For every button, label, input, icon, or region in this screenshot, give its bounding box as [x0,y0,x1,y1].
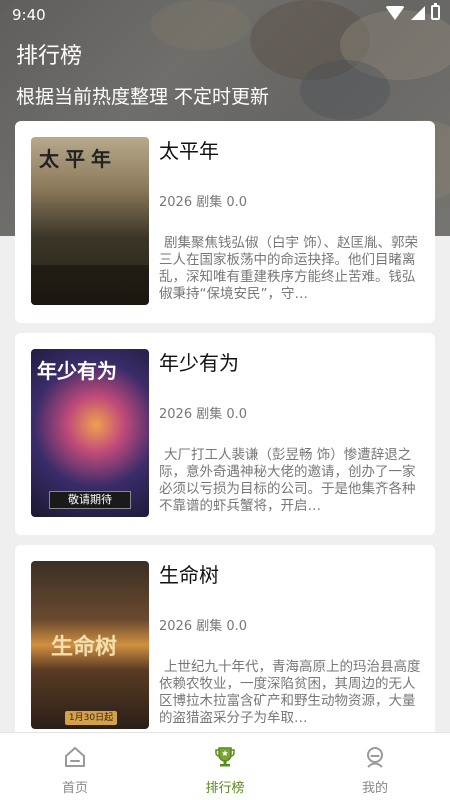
poster-image: 生命树 1月30日起 [31,561,149,729]
battery-icon [431,3,440,20]
tab-ranking-label: 排行榜 [205,781,245,796]
profile-icon [367,747,383,768]
ranking-item[interactable]: 太平年 太平年 2026 剧集 0.0 剧集聚焦钱弘俶（白宇 饰）、赵匡胤、郭荣… [15,121,435,323]
item-title: 太平年 [159,139,219,163]
poster-title-text: 太平年 [39,147,117,171]
signal-icon [411,5,425,20]
item-meta: 2026 剧集 0.0 [159,195,248,210]
tab-home-label: 首页 [61,781,88,796]
item-meta: 2026 剧集 0.0 [159,407,248,422]
wifi-icon [385,5,405,20]
item-meta: 2026 剧集 0.0 [159,619,248,634]
tab-profile-label: 我的 [361,781,388,796]
page-title: 排行榜 [16,44,83,69]
tab-ranking[interactable]: 排行榜 [150,733,300,800]
poster-title-text: 生命树 [51,634,118,660]
poster-badge: 1月30日起 [65,711,117,725]
item-title: 生命树 [159,563,219,587]
tab-home[interactable]: 首页 [0,733,150,800]
item-description: 剧集聚焦钱弘俶（白宇 饰）、赵匡胤、郭荣三人在国家板荡中的命运抉择。他们目睹离乱… [159,235,419,301]
bottom-tab-bar: 首页 排行榜 我的 [0,732,450,800]
item-description: 上世纪九十年代，青海高原上的玛治县高度依赖农牧业，一度深陷贫困，其周边的无人区博… [159,659,421,725]
home-icon [65,747,85,767]
tab-profile[interactable]: 我的 [300,733,450,800]
poster-image: 年少有为 敬请期待 [31,349,149,517]
trophy-icon [215,747,235,767]
status-time: 9:40 [12,6,46,24]
ranking-item[interactable]: 生命树 1月30日起 生命树 2026 剧集 0.0 上世纪九十年代，青海高原上… [15,545,435,747]
item-description: 大厂打工人裴谦（彭昱畅 饰）惨遭辞退之际，意外奇遇神秘大佬的邀请，创办了一家必须… [159,447,416,513]
poster-image: 太平年 [31,137,149,305]
ranking-item[interactable]: 年少有为 敬请期待 年少有为 2026 剧集 0.0 大厂打工人裴谦（彭昱畅 饰… [15,333,435,535]
status-bar: 9:40 [0,0,450,30]
poster-badge: 敬请期待 [49,491,131,509]
page-subtitle: 根据当前热度整理 不定时更新 [16,86,270,108]
item-title: 年少有为 [159,351,239,375]
poster-title-text: 年少有为 [37,359,117,383]
